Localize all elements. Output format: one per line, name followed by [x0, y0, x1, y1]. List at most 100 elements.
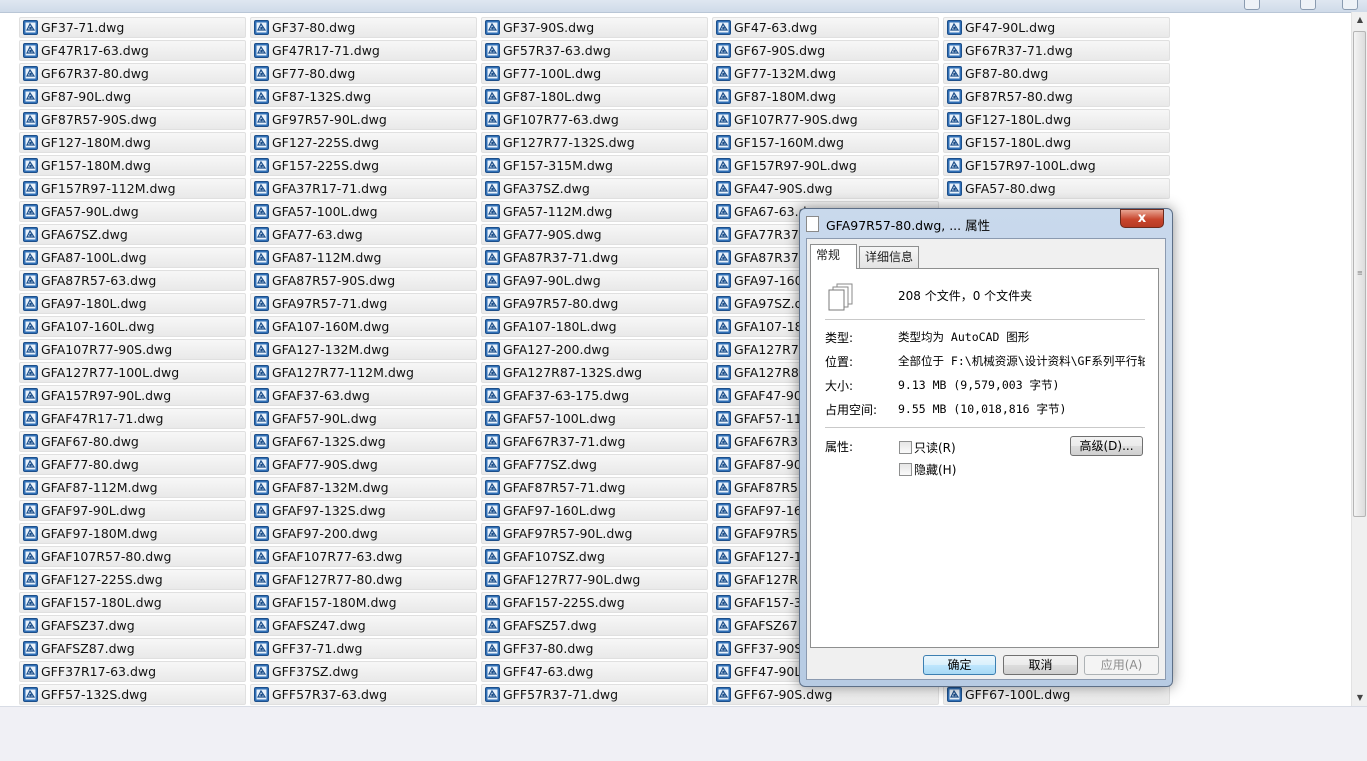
scroll-down-arrow-icon[interactable]: ▼ [1352, 690, 1367, 706]
file-item[interactable]: GFA97R57-71.dwg [250, 293, 477, 314]
file-item[interactable]: GF87-180M.dwg [712, 86, 939, 107]
file-item[interactable]: GFA127-132M.dwg [250, 339, 477, 360]
file-item[interactable]: GFAF67R37-71.dwg [481, 431, 708, 452]
file-item[interactable]: GFAF157-225S.dwg [481, 592, 708, 613]
file-item[interactable]: GFAF97-132S.dwg [250, 500, 477, 521]
file-item[interactable]: GFAF97-160L.dwg [481, 500, 708, 521]
file-item[interactable]: GFA57-80.dwg [943, 178, 1170, 199]
file-item[interactable]: GFAF87-132M.dwg [250, 477, 477, 498]
file-item[interactable]: GFAF67-80.dwg [19, 431, 246, 452]
file-item[interactable]: GFAF97-180M.dwg [19, 523, 246, 544]
file-item[interactable]: GFF37-80.dwg [481, 638, 708, 659]
file-item[interactable]: GFAF77-80.dwg [19, 454, 246, 475]
file-item[interactable]: GF127-225S.dwg [250, 132, 477, 153]
file-item[interactable]: GFF37R17-63.dwg [19, 661, 246, 682]
file-item[interactable]: GFAFSZ57.dwg [481, 615, 708, 636]
file-item[interactable]: GFA97-90L.dwg [481, 270, 708, 291]
file-item[interactable]: GF87-180L.dwg [481, 86, 708, 107]
file-item[interactable]: GFAF107SZ.dwg [481, 546, 708, 567]
file-item[interactable]: GF87-80.dwg [943, 63, 1170, 84]
file-item[interactable]: GF47-63.dwg [712, 17, 939, 38]
file-item[interactable]: GFA47-90S.dwg [712, 178, 939, 199]
maximize-button[interactable] [1300, 0, 1316, 10]
close-button[interactable]: x [1120, 209, 1164, 228]
file-item[interactable]: GF157-315M.dwg [481, 155, 708, 176]
file-item[interactable]: GFF67-100L.dwg [943, 684, 1170, 705]
file-item[interactable]: GFAF97-90L.dwg [19, 500, 246, 521]
file-item[interactable]: GFA107-160M.dwg [250, 316, 477, 337]
file-item[interactable]: GFAF37-63.dwg [250, 385, 477, 406]
file-item[interactable]: GF47-90L.dwg [943, 17, 1170, 38]
file-item[interactable]: GFAF37-63-175.dwg [481, 385, 708, 406]
minimize-button[interactable] [1244, 0, 1260, 10]
file-item[interactable]: GFF37SZ.dwg [250, 661, 477, 682]
file-item[interactable]: GFA37SZ.dwg [481, 178, 708, 199]
file-item[interactable]: GF87-90L.dwg [19, 86, 246, 107]
file-item[interactable]: GFAF57-100L.dwg [481, 408, 708, 429]
file-item[interactable]: GFA97R57-80.dwg [481, 293, 708, 314]
file-item[interactable]: GF87R57-90S.dwg [19, 109, 246, 130]
file-item[interactable]: GF157R97-100L.dwg [943, 155, 1170, 176]
file-item[interactable]: GF157-180M.dwg [19, 155, 246, 176]
readonly-checkbox[interactable] [899, 441, 912, 454]
file-item[interactable]: GF77-132M.dwg [712, 63, 939, 84]
file-item[interactable]: GF37-90S.dwg [481, 17, 708, 38]
file-item[interactable]: GFA87-112M.dwg [250, 247, 477, 268]
file-item[interactable]: GFAFSZ37.dwg [19, 615, 246, 636]
file-item[interactable]: GF57R37-63.dwg [481, 40, 708, 61]
file-item[interactable]: GFAF157-180M.dwg [250, 592, 477, 613]
file-item[interactable]: GF107R77-90S.dwg [712, 109, 939, 130]
file-item[interactable]: GF77-80.dwg [250, 63, 477, 84]
file-item[interactable]: GFA87-100L.dwg [19, 247, 246, 268]
file-item[interactable]: GFAF77SZ.dwg [481, 454, 708, 475]
file-item[interactable]: GFA57-112M.dwg [481, 201, 708, 222]
hidden-checkbox[interactable] [899, 463, 912, 476]
file-item[interactable]: GF157R97-112M.dwg [19, 178, 246, 199]
file-item[interactable]: GFAF87-112M.dwg [19, 477, 246, 498]
file-item[interactable]: GFF57-132S.dwg [19, 684, 246, 705]
file-item[interactable]: GF37-71.dwg [19, 17, 246, 38]
file-item[interactable]: GF157-225S.dwg [250, 155, 477, 176]
file-item[interactable]: GFA127-200.dwg [481, 339, 708, 360]
file-item[interactable]: GF157-180L.dwg [943, 132, 1170, 153]
file-item[interactable]: GFAF127R77-80.dwg [250, 569, 477, 590]
file-item[interactable]: GFA57-100L.dwg [250, 201, 477, 222]
file-item[interactable]: GF157R97-90L.dwg [712, 155, 939, 176]
file-item[interactable]: GFA77-63.dwg [250, 224, 477, 245]
file-item[interactable]: GF107R77-63.dwg [481, 109, 708, 130]
file-item[interactable]: GFAF127-225S.dwg [19, 569, 246, 590]
file-item[interactable]: GF47R17-63.dwg [19, 40, 246, 61]
file-item[interactable]: GF87R57-80.dwg [943, 86, 1170, 107]
file-item[interactable]: GFF57R37-71.dwg [481, 684, 708, 705]
file-item[interactable]: GF37-80.dwg [250, 17, 477, 38]
cancel-button[interactable]: 取消 [1003, 655, 1078, 675]
file-item[interactable]: GFAF47R17-71.dwg [19, 408, 246, 429]
file-item[interactable]: GFA127R87-132S.dwg [481, 362, 708, 383]
file-item[interactable]: GFAF157-180L.dwg [19, 592, 246, 613]
file-item[interactable]: GF67R37-80.dwg [19, 63, 246, 84]
file-item[interactable]: GFAF107R77-63.dwg [250, 546, 477, 567]
file-item[interactable]: GFAF77-90S.dwg [250, 454, 477, 475]
file-item[interactable]: GF97R57-90L.dwg [250, 109, 477, 130]
file-item[interactable]: GFAF57-90L.dwg [250, 408, 477, 429]
file-item[interactable]: GFA107-160L.dwg [19, 316, 246, 337]
file-item[interactable]: GF77-100L.dwg [481, 63, 708, 84]
scroll-up-arrow-icon[interactable]: ▲ [1352, 12, 1367, 28]
file-item[interactable]: GFA127R77-112M.dwg [250, 362, 477, 383]
file-item[interactable]: GFF57R37-63.dwg [250, 684, 477, 705]
file-item[interactable]: GFA157R97-90L.dwg [19, 385, 246, 406]
file-item[interactable]: GFA107-180L.dwg [481, 316, 708, 337]
vertical-scrollbar[interactable]: ▲ ≡ ▼ [1351, 12, 1367, 706]
file-item[interactable]: GF127-180L.dwg [943, 109, 1170, 130]
file-item[interactable]: GF67R37-71.dwg [943, 40, 1170, 61]
file-item[interactable]: GFF47-63.dwg [481, 661, 708, 682]
file-item[interactable]: GF127-180M.dwg [19, 132, 246, 153]
file-item[interactable]: GF67-90S.dwg [712, 40, 939, 61]
file-item[interactable]: GF87-132S.dwg [250, 86, 477, 107]
file-item[interactable]: GFA77-90S.dwg [481, 224, 708, 245]
file-item[interactable]: GFA87R37-71.dwg [481, 247, 708, 268]
file-item[interactable]: GFF37-71.dwg [250, 638, 477, 659]
tab-general[interactable]: 常规 [810, 244, 857, 269]
file-item[interactable]: GFAF107R57-80.dwg [19, 546, 246, 567]
tab-details[interactable]: 详细信息 [859, 246, 919, 268]
